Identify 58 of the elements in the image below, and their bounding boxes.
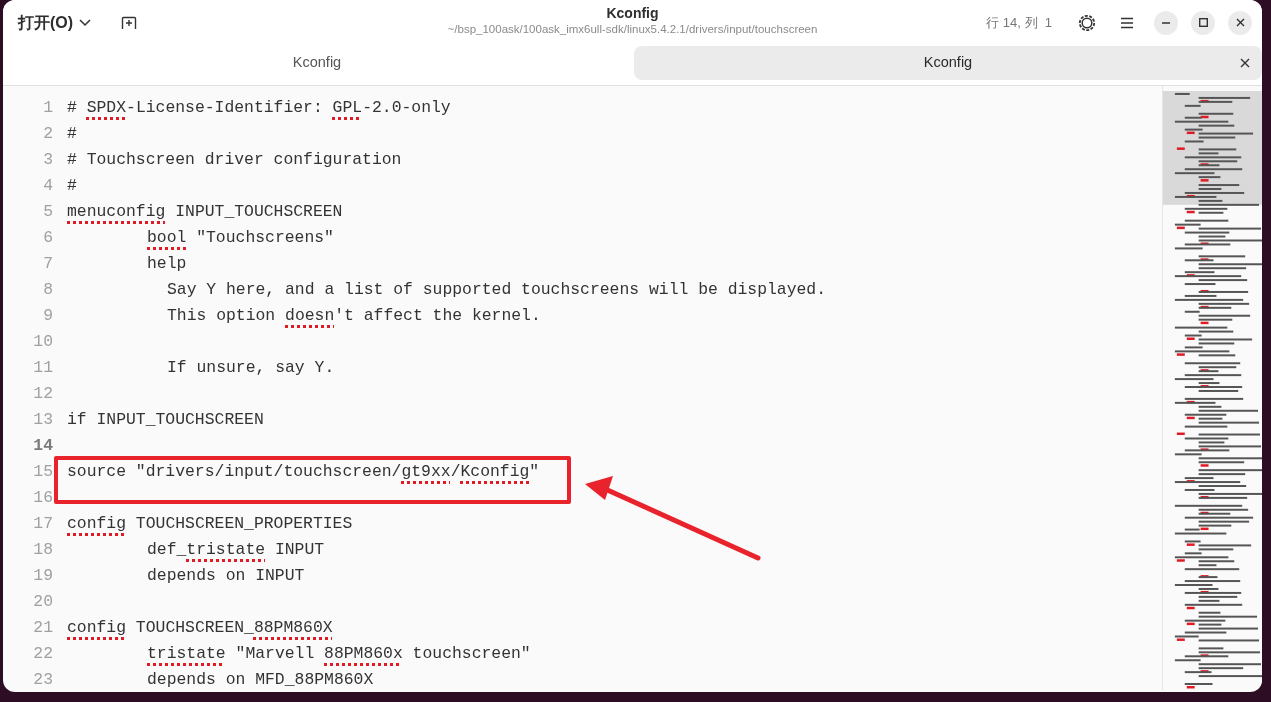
code-line: depends on MFD_88PM860X [147, 668, 374, 691]
menu-icon [1120, 16, 1134, 29]
line-number: 12 [32, 382, 53, 405]
line-number: 3 [42, 148, 53, 171]
code-line: Say Y here, and a list of supported touchscreens will be displayed. [167, 278, 826, 301]
line-number: 18 [32, 538, 53, 561]
close-icon [1235, 18, 1245, 27]
line-number: 15 [32, 460, 53, 483]
line-number: 23 [32, 668, 53, 691]
code-line: This option doesn't affect the kernel. [167, 304, 541, 327]
line-number: 16 [32, 486, 53, 509]
code-line: bool "Touchscreens" [147, 226, 334, 249]
minimize-button[interactable] [1154, 10, 1178, 35]
line-number: 22 [32, 642, 53, 665]
code-line: # SPDX-License-Identifier: GPL-2.0-only [67, 96, 451, 119]
close-tab-icon[interactable] [1238, 56, 1252, 70]
line-number: 2 [42, 122, 53, 145]
line-number: 9 [42, 304, 53, 327]
maximize-icon [1198, 18, 1208, 27]
code-line: # [67, 174, 77, 197]
code-line: depends on INPUT [147, 564, 305, 587]
line-number: 13 [32, 408, 53, 431]
line-number: 4 [42, 174, 53, 197]
minimize-icon [1162, 21, 1170, 24]
new-tab-icon [121, 15, 138, 30]
code-line: config TOUCHSCREEN_PROPERTIES [67, 512, 353, 535]
open-button[interactable]: 打开(O) [10, 6, 100, 39]
code-line: source "drivers/input/touchscreen/gt9xx/Kconfig" [67, 460, 540, 483]
line-number: 5 [42, 200, 53, 223]
cursor-position[interactable]: 行 14, 列 1 [986, 12, 1052, 33]
chevron-down-icon [79, 18, 92, 27]
file-path: ~/bsp_100ask/100ask_imx6ull-sdk/linux5.4.2.1/drivers/input/touchscreen [447, 22, 818, 37]
window-title: Kconfig [606, 4, 659, 22]
code-line: if INPUT_TOUCHSCREEN [67, 408, 264, 431]
code-line: # Touchscreen driver configuration [67, 148, 402, 171]
line-number: 11 [32, 356, 53, 379]
line-number: 14 [32, 434, 53, 457]
code-line: tristate "Marvell 88PM860x touchscreen" [147, 642, 531, 665]
tab[interactable]: Kconfig [634, 46, 1262, 80]
maximize-button[interactable] [1191, 10, 1215, 35]
line-number: 19 [32, 564, 53, 587]
line-number: 7 [42, 252, 53, 275]
line-number: 17 [32, 512, 53, 535]
line-number: 21 [32, 616, 53, 639]
settings-icon [1078, 13, 1096, 32]
code-line: If unsure, say Y. [167, 356, 335, 379]
line-number: 1 [42, 96, 53, 119]
line-number: 6 [42, 226, 53, 249]
code-line: config TOUCHSCREEN_88PM860X [67, 616, 333, 639]
code-line: # [67, 122, 77, 145]
minimap[interactable] [1162, 86, 1262, 690]
line-number: 20 [32, 590, 53, 613]
code-line: help [147, 252, 187, 275]
close-button[interactable] [1228, 10, 1252, 35]
code-line: def_tristate INPUT [147, 538, 325, 561]
line-number: 8 [42, 278, 53, 301]
code-line: menuconfig INPUT_TOUCHSCREEN [67, 200, 343, 223]
line-number: 10 [32, 330, 53, 353]
